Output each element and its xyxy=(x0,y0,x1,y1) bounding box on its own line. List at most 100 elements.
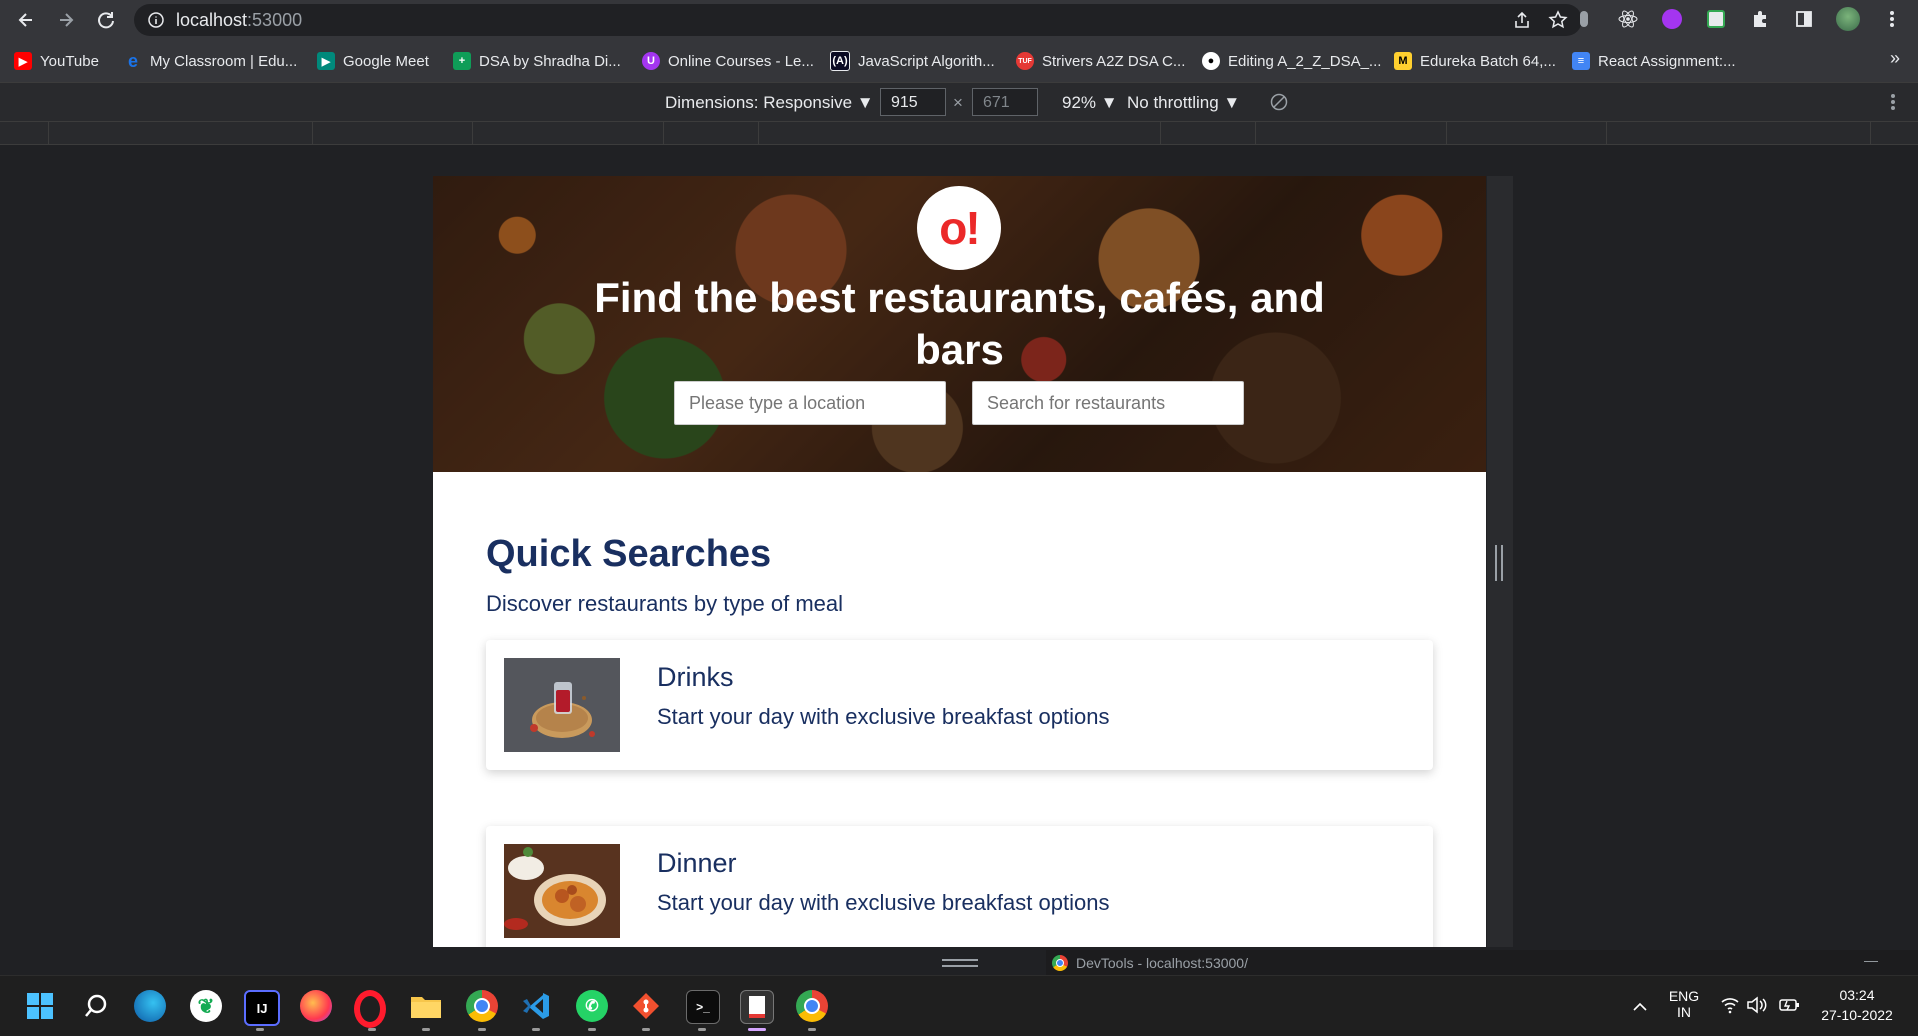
devtools-minimize-button[interactable]: — xyxy=(1864,952,1878,968)
edge-icon[interactable] xyxy=(134,990,166,1022)
intellij-icon[interactable]: IJ xyxy=(244,990,280,1026)
bookmark-my-classroom[interactable]: e My Classroom | Edu... xyxy=(124,50,297,72)
bookmark-label: YouTube xyxy=(40,52,99,70)
device-width-input[interactable]: 915 xyxy=(880,88,946,116)
clock[interactable]: 03:24 27-10-2022 xyxy=(1812,987,1902,1023)
browser-menu-icon[interactable] xyxy=(1880,7,1904,31)
url-port: :53000 xyxy=(247,9,303,30)
clock-date: 27-10-2022 xyxy=(1821,1007,1893,1023)
card-title: Drinks xyxy=(657,662,734,692)
mongodb-compass-icon[interactable]: ❦ xyxy=(190,990,222,1022)
chrome-icon[interactable] xyxy=(796,990,828,1022)
firefox-icon[interactable] xyxy=(300,990,332,1022)
bookmark-label: Editing A_2_Z_DSA_... xyxy=(1228,52,1382,70)
bookmark-label: My Classroom | Edu... xyxy=(150,52,298,70)
show-hidden-icons-chevron-icon[interactable] xyxy=(1632,1000,1648,1012)
extension-mongodb-icon[interactable] xyxy=(1572,7,1596,31)
url-host: localhost xyxy=(176,9,248,30)
chrome-icon xyxy=(1052,954,1068,971)
bookmark-dsa-shradha[interactable]: + DSA by Shradha Di... xyxy=(453,50,621,72)
extensions-puzzle-icon[interactable] xyxy=(1748,7,1772,31)
bookmark-google-meet[interactable]: ▶ Google Meet xyxy=(317,50,429,72)
device-height-input[interactable]: 671 xyxy=(972,88,1038,116)
google-meet-icon: ▶ xyxy=(317,52,335,70)
quick-searches-title: Quick Searches xyxy=(486,533,772,575)
freecodecamp-icon: (A) xyxy=(830,51,850,71)
rotate-icon[interactable] xyxy=(1269,92,1289,112)
back-button[interactable] xyxy=(12,6,40,34)
throttling-dropdown[interactable]: No throttling ▼ xyxy=(1127,93,1240,113)
bookmark-label: DSA by Shradha Di... xyxy=(479,52,621,70)
address-url[interactable]: localhost:53000 xyxy=(176,10,302,31)
windows-taskbar: ❦ IJ ✆ >_ ENG IN 03:24 27-10-2022 xyxy=(0,975,1918,1036)
bookmark-strivers[interactable]: TUF Strivers A2Z DSA C... xyxy=(1016,50,1185,72)
windows-start-icon[interactable] xyxy=(24,990,56,1022)
reload-button[interactable] xyxy=(92,6,120,34)
share-icon[interactable] xyxy=(1512,10,1532,30)
forward-button[interactable] xyxy=(52,6,80,34)
wifi-icon[interactable] xyxy=(1720,996,1740,1014)
meal-card-drinks[interactable]: Drinks Start your day with exclusive bre… xyxy=(486,640,1433,770)
bookmarks-bar: ▶ YouTube e My Classroom | Edu... ▶ Google … xyxy=(0,40,1918,83)
dimension-separator: × xyxy=(953,93,963,112)
profile-avatar[interactable] xyxy=(1836,7,1860,31)
dinner-image xyxy=(504,844,620,938)
bookmark-javascript-algorithms[interactable]: (A) JavaScript Algorith... xyxy=(830,50,995,72)
back-arrow-icon xyxy=(18,13,32,27)
more-bookmarks-button[interactable]: » xyxy=(1890,48,1900,69)
devtools-window-tab[interactable]: DevTools - localhost:53000/ — xyxy=(1046,950,1918,975)
restaurant-search-input[interactable] xyxy=(972,381,1244,425)
chrome-profile-icon[interactable] xyxy=(466,990,498,1022)
width-resize-handle[interactable] xyxy=(1495,545,1503,581)
language-indicator[interactable]: ENG IN xyxy=(1664,988,1704,1020)
bookmark-label: Online Courses - Le... xyxy=(668,52,814,70)
drinks-image xyxy=(504,658,620,752)
bookmark-edureka-batch[interactable]: M Edureka Batch 64,... xyxy=(1394,50,1556,72)
volume-icon[interactable] xyxy=(1746,996,1768,1014)
terminal-icon[interactable]: >_ xyxy=(686,990,720,1024)
location-input[interactable] xyxy=(674,381,946,425)
forward-arrow-icon xyxy=(60,13,74,27)
battery-icon[interactable] xyxy=(1778,996,1802,1014)
bookmark-online-courses[interactable]: U Online Courses - Le... xyxy=(642,50,814,72)
site-info-icon[interactable] xyxy=(148,12,164,28)
git-icon[interactable] xyxy=(630,990,662,1022)
hero-title: Find the best restaurants, cafés, and ba… xyxy=(594,274,1325,373)
card-title: Dinner xyxy=(657,848,737,878)
bookmark-label: JavaScript Algorith... xyxy=(858,52,995,70)
clock-time: 03:24 xyxy=(1839,987,1875,1003)
dimensions-dropdown[interactable]: Dimensions: Responsive ▼ xyxy=(665,93,874,113)
sheets-plus-icon: + xyxy=(453,52,471,70)
vscode-icon[interactable] xyxy=(520,990,552,1022)
side-panel-icon[interactable] xyxy=(1792,7,1816,31)
devtools-window-title: DevTools - localhost:53000/ xyxy=(1076,954,1248,971)
whatsapp-icon[interactable]: ✆ xyxy=(576,990,608,1022)
region-code: IN xyxy=(1677,1004,1691,1020)
snipping-tool-icon[interactable] xyxy=(740,990,774,1024)
bookmark-star-icon[interactable] xyxy=(1548,10,1568,30)
opera-icon[interactable] xyxy=(354,990,386,1028)
meal-card-dinner[interactable]: Dinner Start your day with exclusive bre… xyxy=(486,826,1433,947)
redux-devtools-icon[interactable] xyxy=(1660,7,1684,31)
bookmark-editing-a2z[interactable]: ● Editing A_2_Z_DSA_... xyxy=(1202,50,1381,72)
udemy-icon: U xyxy=(642,52,660,70)
react-devtools-icon[interactable] xyxy=(1616,7,1640,31)
height-resize-handle[interactable] xyxy=(942,959,978,967)
app-page: o! Find the best restaurants, cafés, and… xyxy=(433,176,1486,947)
hero-banner: o! Find the best restaurants, cafés, and… xyxy=(433,176,1486,472)
search-icon[interactable] xyxy=(80,990,112,1022)
bookmark-youtube[interactable]: ▶ YouTube xyxy=(14,50,99,72)
file-explorer-icon[interactable] xyxy=(410,990,442,1022)
quick-searches-subtitle: Discover restaurants by type of meal xyxy=(486,591,844,616)
address-bar[interactable]: localhost:53000 xyxy=(134,4,1582,36)
media-query-bar[interactable] xyxy=(0,122,1918,145)
github-icon: ● xyxy=(1202,52,1220,70)
zoom-dropdown[interactable]: 92% ▼ xyxy=(1062,93,1118,113)
browser-toolbar: localhost:53000 xyxy=(0,0,1918,40)
app-logo[interactable]: o! xyxy=(917,186,1001,270)
takeuforward-icon: TUF xyxy=(1016,52,1034,70)
device-toolbar-menu-icon[interactable] xyxy=(1890,92,1896,112)
extension-green-icon[interactable] xyxy=(1704,7,1728,31)
bookmark-react-assignment[interactable]: ≡ React Assignment:... xyxy=(1572,50,1736,72)
card-description: Start your day with exclusive breakfast … xyxy=(657,704,1110,729)
